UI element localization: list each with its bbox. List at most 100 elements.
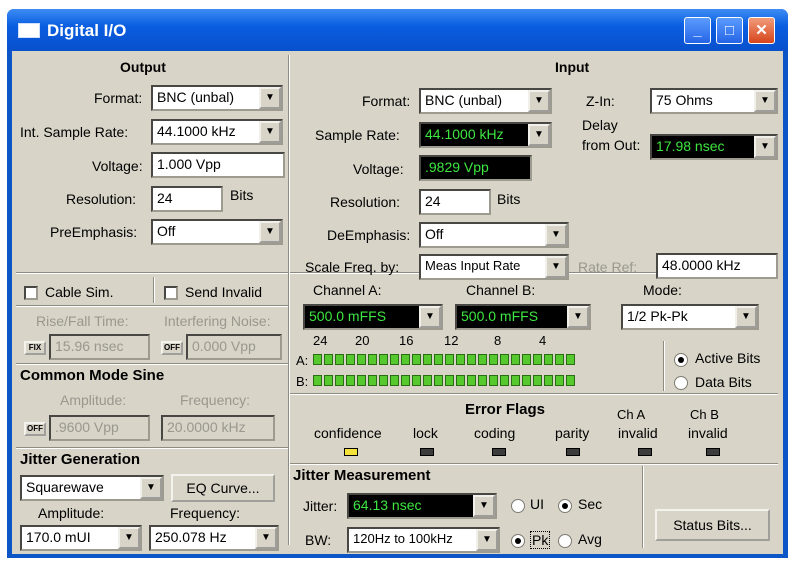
chevron-down-icon[interactable]: ▼ <box>528 90 550 112</box>
noise-field: 0.000 Vpp <box>186 334 282 360</box>
cable-sim-label: Cable Sim. <box>45 284 114 300</box>
cms-off-button[interactable]: OFF <box>24 422 46 436</box>
cha-label: Ch A <box>617 407 646 422</box>
input-voltage-readout: .9829 Vpp <box>419 155 532 181</box>
input-res-field[interactable]: 24 <box>419 189 491 215</box>
output-rate-select[interactable]: 44.1000 kHz ▼ <box>151 119 283 145</box>
chevron-down-icon[interactable]: ▼ <box>545 224 567 246</box>
input-delay-label-2: from Out: <box>582 137 641 153</box>
sec-label: Sec <box>578 496 603 512</box>
chevron-down-icon[interactable]: ▼ <box>567 306 589 328</box>
bit-indicator <box>313 354 322 365</box>
output-voltage-field[interactable]: 1.000 Vpp <box>151 152 285 178</box>
jitter-label: Jitter: <box>303 498 338 514</box>
output-format-select[interactable]: BNC (unbal) ▼ <box>151 85 283 111</box>
bit-indicator <box>434 354 443 365</box>
chevron-down-icon[interactable]: ▼ <box>528 124 550 146</box>
chevron-down-icon[interactable]: ▼ <box>140 477 162 499</box>
input-zin-label: Z-In: <box>586 93 615 109</box>
input-delay-readout[interactable]: 17.98 nsec ▼ <box>650 134 778 160</box>
output-preemph-select[interactable]: Off ▼ <box>151 219 283 245</box>
jitter-readout[interactable]: 64.13 nsec ▼ <box>347 493 497 519</box>
input-deemph-select[interactable]: Off ▼ <box>419 222 569 248</box>
mode-select[interactable]: 1/2 Pk-Pk ▼ <box>621 304 759 330</box>
input-scale-select[interactable]: Meas Input Rate ▼ <box>419 254 569 280</box>
chevron-down-icon[interactable]: ▼ <box>735 306 757 328</box>
row-a-label: A: <box>296 353 309 368</box>
chevron-down-icon[interactable]: ▼ <box>259 121 281 143</box>
bit-indicator <box>489 375 498 386</box>
eq-curve-button[interactable]: EQ Curve... <box>171 474 275 502</box>
bit-indicator <box>368 354 377 365</box>
chevron-down-icon[interactable]: ▼ <box>419 306 441 328</box>
rise-fall-label: Rise/Fall Time: <box>36 313 129 329</box>
avg-radio[interactable] <box>558 534 572 548</box>
bit-tick-label: 24 <box>313 333 328 348</box>
input-rateref-field[interactable]: 48.0000 kHz <box>656 253 778 279</box>
send-invalid-checkbox[interactable] <box>164 286 178 300</box>
chevron-down-icon[interactable]: ▼ <box>118 527 140 549</box>
chevron-down-icon[interactable]: ▼ <box>255 527 277 549</box>
cable-sim-checkbox[interactable] <box>24 286 38 300</box>
channel-b-readout[interactable]: 500.0 mFFS ▼ <box>455 304 591 330</box>
bit-indicator <box>379 354 388 365</box>
title-bar[interactable]: Digital I/O _ □ ✕ <box>7 9 788 51</box>
input-rate-readout[interactable]: 44.1000 kHz ▼ <box>419 122 552 148</box>
jitgen-frequency-select[interactable]: 250.078 Hz ▼ <box>149 525 279 551</box>
parity-label: parity <box>555 425 590 441</box>
cha-invalid-flag-indicator <box>638 448 652 456</box>
bit-indicator <box>522 375 531 386</box>
bit-indicator <box>456 354 465 365</box>
output-preemph-label: PreEmphasis: <box>50 224 138 240</box>
avg-label: Avg <box>578 531 602 547</box>
pk-label: Pk <box>530 531 551 549</box>
bit-indicator <box>368 375 377 386</box>
bit-indicator <box>401 375 410 386</box>
input-zin-select[interactable]: 75 Ohms ▼ <box>650 88 778 114</box>
ui-radio[interactable] <box>511 499 525 513</box>
status-bits-button[interactable]: Status Bits... <box>655 509 770 541</box>
minimize-button[interactable]: _ <box>684 17 711 44</box>
bit-indicator <box>346 354 355 365</box>
lock-flag-indicator <box>420 448 434 456</box>
chb-invalid-label: invalid <box>688 425 728 441</box>
maximize-button[interactable]: □ <box>716 17 743 44</box>
rise-fall-field: 15.96 nsec <box>49 334 150 360</box>
bit-indicator <box>566 354 575 365</box>
chevron-down-icon[interactable]: ▼ <box>473 495 495 517</box>
chevron-down-icon[interactable]: ▼ <box>754 90 776 112</box>
window-title: Digital I/O <box>47 21 127 40</box>
rise-fix-button[interactable]: FIX <box>24 341 46 355</box>
close-button[interactable]: ✕ <box>748 17 775 44</box>
error-flags-heading: Error Flags <box>465 401 546 418</box>
bit-indicator <box>357 375 366 386</box>
output-res-field[interactable]: 24 <box>151 186 223 212</box>
input-rate-label: Sample Rate: <box>315 127 400 143</box>
input-format-select[interactable]: BNC (unbal) ▼ <box>419 88 552 114</box>
jitgen-amplitude-select[interactable]: 170.0 mUI ▼ <box>20 525 142 551</box>
pk-radio[interactable] <box>511 534 525 548</box>
bit-indicator <box>522 354 531 365</box>
chevron-down-icon[interactable]: ▼ <box>545 256 567 278</box>
bit-tick-label: 4 <box>539 333 547 348</box>
bit-indicator <box>478 354 487 365</box>
chevron-down-icon[interactable]: ▼ <box>476 529 498 551</box>
noise-off-button[interactable]: OFF <box>161 341 183 355</box>
data-bits-radio[interactable] <box>674 376 688 390</box>
chevron-down-icon[interactable]: ▼ <box>259 87 281 109</box>
sec-radio[interactable] <box>558 499 572 513</box>
bit-tick-label: 8 <box>494 333 502 348</box>
channel-a-readout[interactable]: 500.0 mFFS ▼ <box>303 304 443 330</box>
bit-indicator <box>566 375 575 386</box>
bit-indicator <box>412 354 421 365</box>
client-area: Output Format: BNC (unbal) ▼ Int. Sample … <box>12 51 783 554</box>
chevron-down-icon[interactable]: ▼ <box>259 221 281 243</box>
row-b-label: B: <box>296 374 309 389</box>
cms-amplitude-field: .9600 Vpp <box>49 415 150 441</box>
output-format-label: Format: <box>94 90 143 106</box>
divider <box>153 277 155 303</box>
active-bits-radio[interactable] <box>674 353 688 367</box>
bw-select[interactable]: 120Hz to 100kHz ▼ <box>347 527 500 553</box>
jitgen-waveform-select[interactable]: Squarewave ▼ <box>20 475 164 501</box>
chevron-down-icon[interactable]: ▼ <box>754 136 776 158</box>
